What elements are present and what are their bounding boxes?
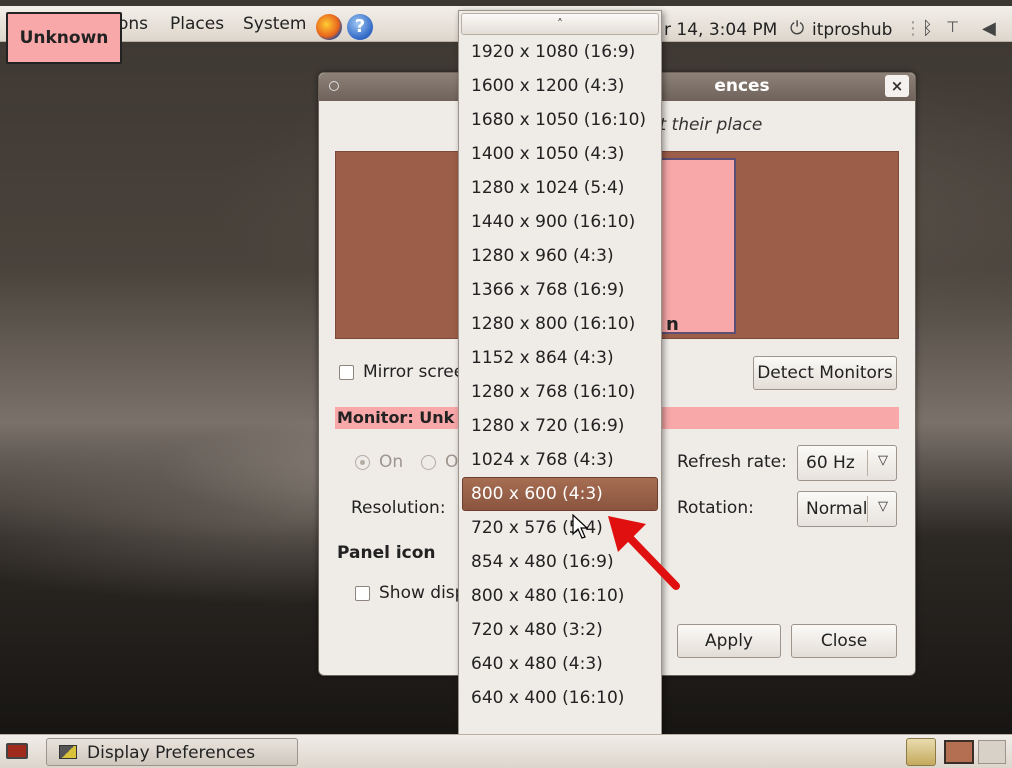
monitor-label: Monitor: Unk [337,408,455,427]
mirror-screens-label: Mirror scree [363,362,465,382]
panel-icon-heading: Panel icon [337,543,436,563]
workspace-2-icon[interactable] [978,740,1006,764]
apply-button[interactable]: Apply [677,624,781,658]
separator-icon: ⋮ [904,18,922,39]
rotation-value: Normal [806,499,868,519]
mouse-cursor-icon [572,514,588,539]
resolution-option[interactable]: 1680 x 1050 (16:10) [459,103,661,137]
menu-applications[interactable]: ons [118,14,148,34]
resolution-option[interactable]: 1152 x 864 (4:3) [459,341,661,375]
detect-monitors-button[interactable]: Detect Monitors [753,356,897,390]
menu-places[interactable]: Places [170,14,224,34]
show-display-checkbox[interactable] [355,586,370,601]
show-display-label: Show disp [379,583,466,603]
power-icon[interactable]: ⏻ [790,18,804,39]
resolution-option[interactable]: 1366 x 768 (16:9) [459,273,661,307]
bluetooth-icon[interactable]: ᛒ [922,18,933,39]
rotation-select[interactable]: Normal ▽ [797,491,897,527]
menu-system[interactable]: System [243,14,306,34]
clock[interactable]: r 14, 3:04 PM [664,20,777,40]
network-icon[interactable]: ⊤ [946,18,959,36]
resolution-option[interactable]: 1920 x 1080 (16:9) [459,35,661,69]
help-icon[interactable]: ? [347,14,373,40]
monitor-name: n [666,314,679,335]
resolution-option[interactable]: 1280 x 800 (16:10) [459,307,661,341]
close-button[interactable]: Close [791,624,897,658]
monitor-on-label: On [379,452,404,472]
resolution-option[interactable]: 720 x 480 (3:2) [459,613,661,647]
refresh-rate-select[interactable]: 60 Hz ▽ [797,445,897,481]
resolution-option-selected[interactable]: 800 x 600 (4:3) [462,477,658,511]
rotation-label: Rotation: [677,498,754,518]
monitor-rectangle[interactable] [656,158,736,334]
resolution-option[interactable]: 1600 x 1200 (4:3) [459,69,661,103]
chevron-down-icon: ▽ [878,499,888,514]
volume-icon[interactable]: ◀ [982,18,996,39]
taskbar-label: Display Preferences [87,743,256,763]
resolution-options: 1920 x 1200 (16:10)1920 x 1080 (16:9)160… [459,25,661,715]
unknown-monitor-badge: Unknown [6,12,122,64]
close-icon[interactable]: × [885,75,909,97]
monitor-on-radio [355,455,370,470]
monitor-off-radio [421,455,436,470]
bottom-panel: Display Preferences [0,734,1012,768]
resolution-option[interactable]: 1280 x 960 (4:3) [459,239,661,273]
trash-icon[interactable] [906,738,936,766]
resolution-option[interactable]: 1440 x 900 (16:10) [459,205,661,239]
resolution-option[interactable]: 1280 x 768 (16:10) [459,375,661,409]
workspace-1-icon[interactable] [944,740,974,764]
resolution-option[interactable]: 640 x 400 (16:10) [459,681,661,715]
resolution-option[interactable]: 1400 x 1050 (4:3) [459,137,661,171]
firefox-icon[interactable] [316,14,342,40]
resolution-option[interactable]: 640 x 480 (4:3) [459,647,661,681]
hint-text: et their place [649,115,763,135]
refresh-rate-label: Refresh rate: [677,452,787,472]
mirror-screens-checkbox[interactable] [339,365,354,380]
display-preferences-icon [59,745,77,759]
user-name[interactable]: itproshub [812,20,892,40]
monitor-off-label: O [445,452,459,472]
show-desktop-icon[interactable] [6,743,28,759]
taskbar-display-preferences[interactable]: Display Preferences [46,738,298,766]
resolution-option[interactable]: 1280 x 1024 (5:4) [459,171,661,205]
red-arrow-annotation [608,516,680,590]
resolution-dropdown-list[interactable]: 1920 x 1200 (16:10)1920 x 1080 (16:9)160… [458,10,662,764]
refresh-rate-value: 60 Hz [806,453,855,473]
resolution-option[interactable]: 1280 x 720 (16:9) [459,409,661,443]
chevron-down-icon: ▽ [878,453,888,468]
scroll-up-icon[interactable]: ˄ [461,13,659,35]
resolution-label: Resolution: [351,498,446,518]
resolution-option[interactable]: 1024 x 768 (4:3) [459,443,661,477]
